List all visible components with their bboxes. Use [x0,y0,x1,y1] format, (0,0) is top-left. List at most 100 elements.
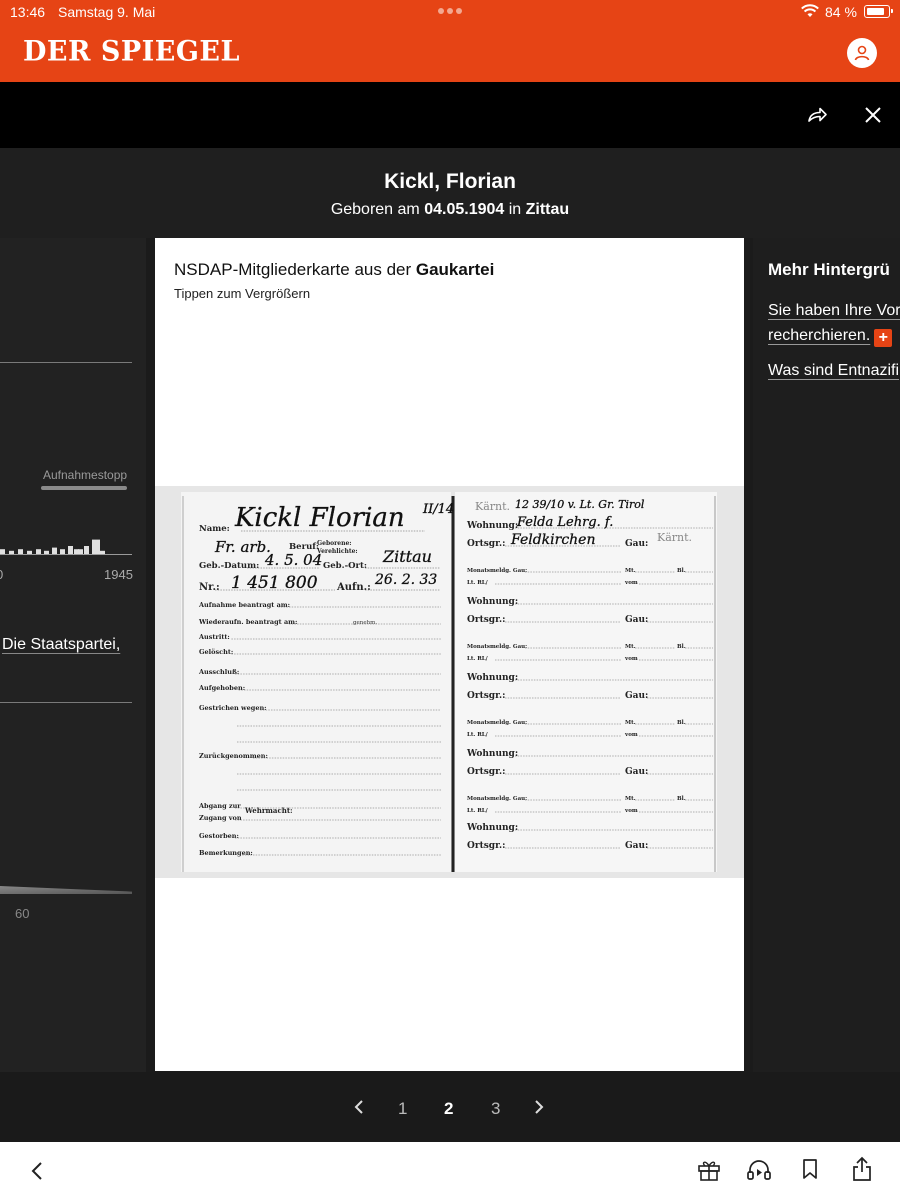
doc-left-row-label: Wiederaufn. beantragt am: [198,618,297,626]
doc-wehrmacht-label: Wehrmacht: [244,806,293,815]
axis-year-end: 1945 [104,567,133,582]
doc-genehm-label: genehm. [353,620,377,626]
doc-mt-label: Mt. [625,720,636,726]
doc-top-handwritten: 12 39/10 v. Lt. Gr. Tirol [515,498,645,511]
doc-ltrl-label: Lt. RL/ [467,808,489,814]
doc-geb-ort-label: Geb.-Ort: [323,561,367,571]
page-2[interactable]: 2 [444,1099,453,1119]
doc-gau-label: Gau: [625,841,648,851]
status-date: Samstag 9. Mai [58,4,156,20]
doc-bl-label: Bl. [677,720,686,726]
prev-page-icon[interactable] [354,1099,364,1119]
membership-bars-chart [0,539,105,554]
spiegel-plus-icon: + [874,329,893,347]
doc-bl-label: Bl. [677,568,686,574]
doc-ltrl-label: Lt. RL/ [467,732,489,738]
doc-left-row-label: Zugang von [199,814,242,822]
doc-mt-label: Mt. [625,644,636,650]
overlay-toolbar [0,82,900,148]
doc-monatsmeldg-label: Monatsmeldg. Gau: [467,720,527,726]
doc-vom-label: vom [624,580,638,586]
doc-aufn-label: Aufn.: [336,582,371,593]
staatspartei-link[interactable]: Die Staatspartei, [2,636,120,654]
aufnahmestopp-bar [41,486,127,490]
doc-ortsgr-label: Ortsgr.: [467,615,505,625]
account-icon[interactable] [847,38,877,68]
membership-card-scan[interactable]: Name: Beruf: Geborene: Verehlichte: Geb.… [155,486,744,878]
birth-place: Zittau [525,201,570,218]
close-icon[interactable] [864,106,882,129]
chart-bar [84,546,89,554]
doc-gau-stamp: Kärnt. [657,531,692,544]
membership-card-image: Name: Beruf: Geborene: Verehlichte: Geb.… [155,486,744,878]
doc-left-row-label: Austritt: [198,633,230,641]
doc-stamp-top: Kärnt. [475,500,510,513]
card-title-prefix: NSDAP-Mitgliederkarte aus der [174,260,416,279]
share-icon[interactable] [852,1156,872,1187]
research-link-text[interactable]: recherchieren. [768,327,870,344]
birth-date: 04.05.1904 [424,201,505,218]
page-3[interactable]: 3 [491,1099,500,1119]
left-background-panel: Aufnahmestopp 0 1945 Die Staatspartei, 6… [0,238,146,1072]
person-header: Kickl, Florian Geboren am 04.05.1904 in … [0,148,900,238]
axis-year-start: 0 [0,567,3,582]
doc-name-label: Name: [199,524,230,534]
doc-wohnung-label: Wohnung: [466,823,518,833]
doc-wohnung-label: Wohnung: [466,521,518,531]
doc-gau-label: Gau: [625,767,648,777]
doc-bl-label: Bl. [677,644,686,650]
birth-in: in [504,201,526,218]
research-link[interactable]: Sie haben Ihre Vor [768,302,900,320]
chart-axis [0,554,132,555]
doc-left-row-label: Ausschluß: [198,668,239,676]
doc-wohnung-label: Wohnung: [466,749,518,759]
entnazifizierung-link[interactable]: Was sind Entnazifi [768,362,899,380]
pagination: 1 2 3 [0,1072,900,1142]
status-time: 13:46 [10,4,46,20]
doc-left-row-label: Gestorben: [199,832,239,840]
doc-left-row-label: Gelöscht: [199,648,233,656]
doc-vom-label: vom [624,808,638,814]
doc-ortsgr-label: Ortsgr.: [467,767,505,777]
bookmark-icon[interactable] [802,1158,818,1185]
doc-mt-label: Mt. [625,796,636,802]
doc-name-handwritten: Kickl Florian [234,503,405,533]
doc-nr-handwritten: 1 451 800 [231,573,318,593]
page-1[interactable]: 1 [398,1099,407,1119]
doc-monatsmeldg-label: Monatsmeldg. Gau: [467,644,527,650]
back-icon[interactable] [30,1161,44,1186]
doc-ltrl-label: Lt. RL/ [467,580,489,586]
battery-icon [864,5,893,18]
doc-geb-datum-handwritten: 4. 5. 04 [264,551,322,569]
doc-gau-label: Gau: [625,539,648,549]
document-card[interactable]: NSDAP-Mitgliederkarte aus der Gaukartei … [155,238,744,1071]
card-subtitle: Tippen zum Vergrößern [174,286,311,301]
audio-icon[interactable] [746,1158,772,1187]
doc-wohnung-label: Wohnung: [466,597,518,607]
doc-vom-label: vom [624,732,638,738]
doc-bl-label: Bl. [677,796,686,802]
doc-geborene-label: Geborene: [317,540,352,547]
doc-left-row-label: Zurückgenommen: [199,752,268,760]
multitasking-dots-icon[interactable] [438,8,462,14]
doc-geb-ort-handwritten: Zittau [382,547,432,566]
background-heading: Mehr Hintergrü [768,260,890,279]
gift-icon[interactable] [697,1158,721,1187]
doc-ltrl-label: Lt. RL/ [467,656,489,662]
birth-prefix: Geboren am [330,201,425,218]
doc-wohnung-label: Wohnung: [466,673,518,683]
doc-ortsgr-label: Ortsgr.: [467,539,505,549]
chart-bar [68,546,73,554]
bottom-toolbar [0,1142,900,1200]
doc-mark: II/14 [422,502,454,517]
spiegel-logo[interactable]: DER SPIEGEL [23,35,240,68]
doc-gau-label: Gau: [625,691,648,701]
next-page-icon[interactable] [534,1099,544,1119]
doc-left-row-label: Bemerkungen: [199,849,253,857]
research-link-cont[interactable]: recherchieren. + [768,327,893,347]
battery-percentage: 84 % [825,4,857,20]
doc-wohnung-handwritten: Felda Lehrg. f. [516,515,613,530]
birth-info: Geboren am 04.05.1904 in Zittau [0,201,900,219]
area-chart-wedge [0,886,132,894]
share-arrow-icon[interactable] [806,105,828,130]
